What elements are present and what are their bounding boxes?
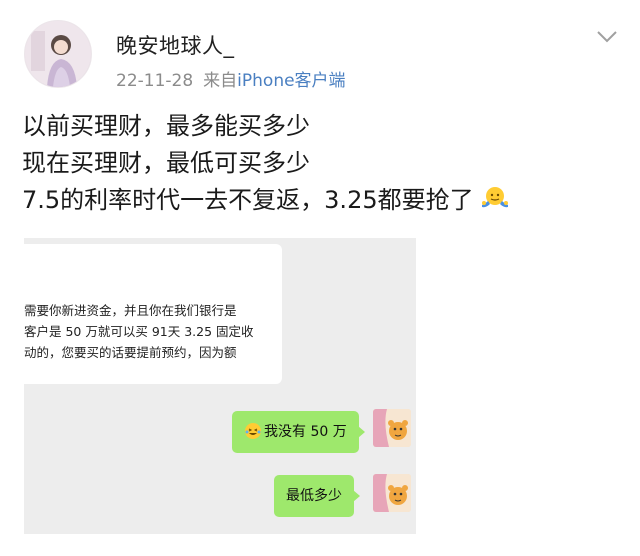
weibo-post-card: 晚安地球人_ 22-11-28 来自iPhone客户端 以前买理财，最多能买多少 … xyxy=(0,0,640,556)
tiger-avatar-icon xyxy=(373,474,411,512)
incoming-line: 动的，您要买的话要提前预约，因为额 xyxy=(24,345,237,360)
outgoing-message-bubble: 我没有 50 万 xyxy=(232,411,365,453)
post-date: 22-11-28 xyxy=(116,71,194,91)
outgoing-message-text: 我没有 50 万 xyxy=(264,424,347,440)
outgoing-message-text: 最低多少 xyxy=(286,488,342,504)
tiger-avatar-icon xyxy=(373,409,411,447)
post-line-text: 7.5的利率时代一去不复返，3.25都要抢了 xyxy=(22,186,474,214)
incoming-line: 客户是 50 万就可以买 91天 3.25 固定收 xyxy=(24,324,254,339)
post-line: 现在买理财，最低可买多少 xyxy=(22,149,310,177)
chat-user-avatar xyxy=(373,474,411,512)
author-avatar[interactable] xyxy=(24,20,92,88)
chat-user-avatar xyxy=(373,409,411,447)
outgoing-message-bubble: 最低多少 xyxy=(274,475,360,517)
incoming-message-text: 需要你新进资金，并且你在我们银行是 客户是 50 万就可以买 91天 3.25 … xyxy=(24,300,282,363)
author-name[interactable]: 晚安地球人_ xyxy=(116,30,235,60)
source-client-link[interactable]: iPhone客户端 xyxy=(237,71,345,91)
source-prefix: 来自 xyxy=(203,71,238,91)
post-meta: 22-11-28 来自iPhone客户端 xyxy=(116,66,346,91)
post-body: 以前买理财，最多能买多少 现在买理财，最低可买多少 7.5的利率时代一去不复返，… xyxy=(22,108,510,219)
shrug-emoji-icon xyxy=(481,187,508,208)
user-avatar-photo-icon xyxy=(25,21,91,87)
incoming-message-bubble: 需要你新进资金，并且你在我们银行是 客户是 50 万就可以买 91天 3.25 … xyxy=(24,244,282,384)
chevron-down-icon[interactable] xyxy=(596,30,618,44)
chat-screenshot: 需要你新进资金，并且你在我们银行是 客户是 50 万就可以买 91天 3.25 … xyxy=(24,238,416,534)
incoming-line: 需要你新进资金，并且你在我们银行是 xyxy=(24,303,237,318)
post-line: 7.5的利率时代一去不复返，3.25都要抢了 xyxy=(22,182,510,219)
laughing-tears-emoji-icon xyxy=(245,423,261,439)
post-line: 以前买理财，最多能买多少 xyxy=(22,112,310,140)
